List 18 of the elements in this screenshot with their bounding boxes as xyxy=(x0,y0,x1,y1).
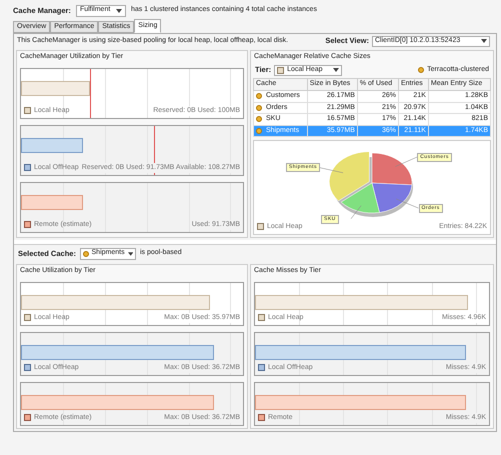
caret-icon xyxy=(333,68,340,72)
legend-swatch-icon xyxy=(277,66,284,74)
legend-swatch-icon xyxy=(258,314,265,322)
legend-swatch-icon xyxy=(24,364,31,372)
caret-icon xyxy=(481,39,487,43)
legend-swatch-icon xyxy=(24,414,31,422)
leader-line xyxy=(396,198,419,208)
legend-swatch-icon xyxy=(258,364,265,372)
legend-swatch-icon xyxy=(24,221,31,228)
legend-swatch-icon xyxy=(257,223,264,230)
leader-line xyxy=(350,205,362,219)
caret-icon xyxy=(128,252,133,256)
legend-swatch-icon xyxy=(258,414,265,422)
legend-swatch-icon xyxy=(24,314,31,322)
legend-swatch-icon xyxy=(24,164,31,172)
leader-line xyxy=(395,156,418,167)
caret-icon xyxy=(116,8,122,12)
legend-swatch-icon xyxy=(24,107,31,114)
